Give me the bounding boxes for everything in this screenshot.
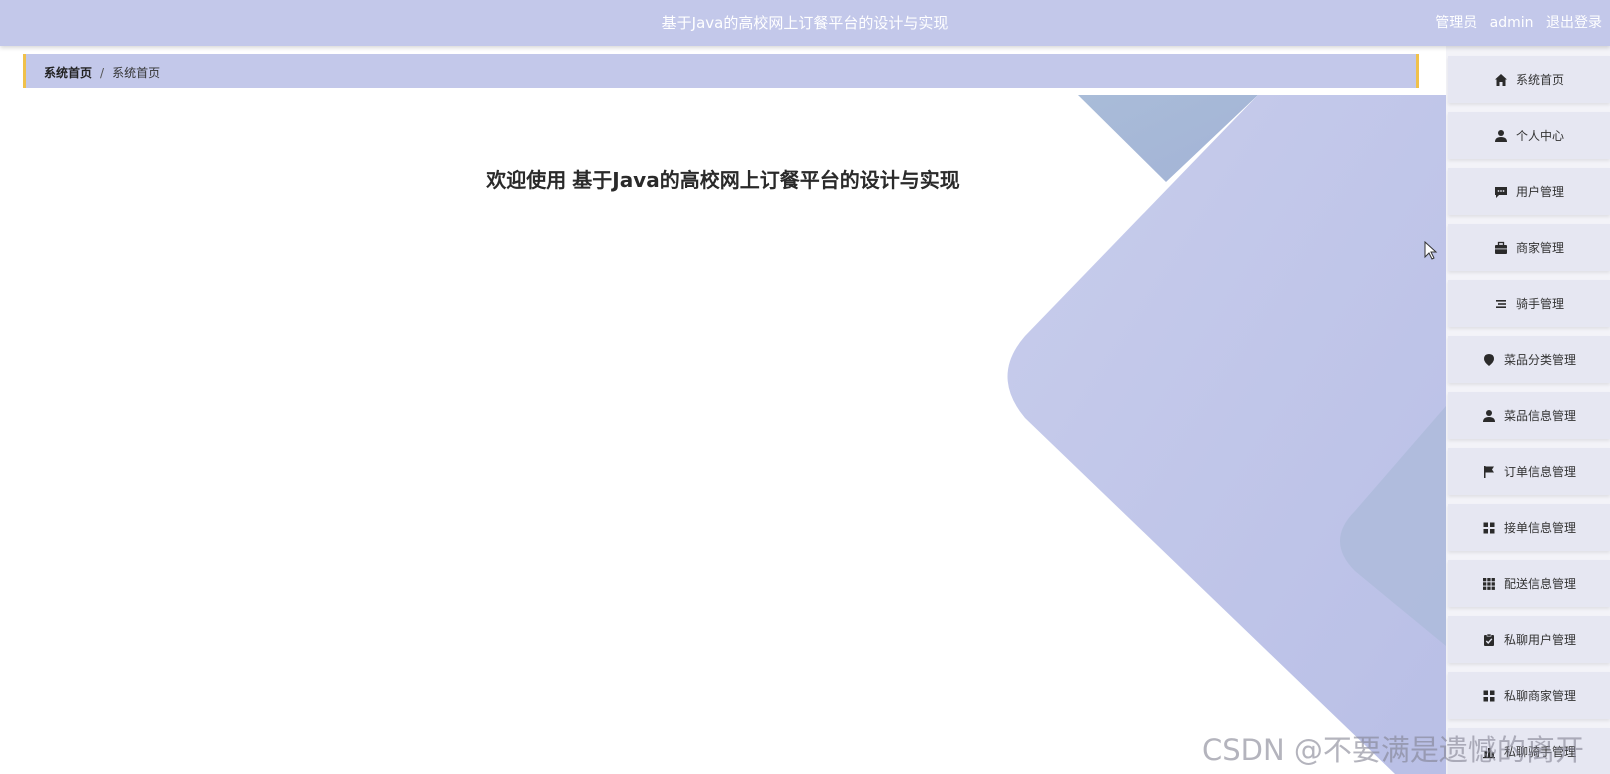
grid-nine-icon [1482, 577, 1495, 590]
main-content: 欢迎使用 基于Java的高校网上订餐平台的设计与实现 [0, 46, 1446, 774]
clipboard-check-icon [1483, 633, 1494, 646]
top-header: 基于Java的高校网上订餐平台的设计与实现 管理员 admin 退出登录 [0, 0, 1610, 46]
background-decoration [1007, 95, 1446, 774]
sidebar-item-private-chat-user-management[interactable]: 私聊用户管理 [1448, 616, 1610, 663]
sidebar-item-accept-order-management[interactable]: 接单信息管理 [1448, 504, 1610, 551]
welcome-prefix: 欢迎使用 [486, 168, 567, 192]
logout-link[interactable]: 退出登录 [1546, 15, 1602, 31]
csdn-watermark: CSDN @不要满是遗憾的离开 [1202, 733, 1584, 767]
sidebar-item-label: 个人中心 [1515, 129, 1564, 143]
sidebar-item-label: 菜品分类管理 [1503, 353, 1576, 367]
map-pin-icon [1483, 353, 1494, 366]
sidebar-menu: 系统首页 个人中心 用户管理 商家管理 骑手管理 菜品分类管理 菜品信息管理 订… [1446, 46, 1610, 774]
breadcrumb-current: 系统首页 [112, 66, 161, 80]
sidebar-item-order-info-management[interactable]: 订单信息管理 [1448, 448, 1610, 495]
grid-icon [1483, 690, 1495, 701]
sidebar-item-label: 用户管理 [1515, 185, 1564, 199]
username: admin [1489, 15, 1534, 31]
sidebar-item-label: 商家管理 [1515, 241, 1564, 255]
user-icon [1482, 409, 1495, 422]
sidebar-item-rider-management[interactable]: 骑手管理 [1448, 280, 1610, 327]
sidebar-item-delivery-info-management[interactable]: 配送信息管理 [1448, 560, 1610, 607]
welcome-title: 基于Java的高校网上订餐平台的设计与实现 [572, 168, 960, 192]
user-icon [1494, 129, 1507, 142]
mouse-cursor-icon [1424, 241, 1438, 260]
sidebar-item-dish-category-management[interactable]: 菜品分类管理 [1448, 336, 1610, 383]
welcome-heading: 欢迎使用 基于Java的高校网上订餐平台的设计与实现 [0, 164, 1446, 193]
sidebar-item-label: 订单信息管理 [1503, 465, 1576, 479]
user-role: 管理员 [1435, 15, 1478, 31]
breadcrumb-home-link[interactable]: 系统首页 [44, 66, 92, 80]
sidebar-item-label: 接单信息管理 [1503, 521, 1576, 535]
user-area: 管理员 admin 退出登录 [1427, 12, 1602, 32]
sidebar-item-label: 配送信息管理 [1503, 577, 1576, 591]
sidebar-item-label: 系统首页 [1515, 73, 1564, 87]
breadcrumb-separator: / [100, 66, 105, 80]
app-title: 基于Java的高校网上订餐平台的设计与实现 [661, 14, 949, 32]
sidebar-item-user-management[interactable]: 用户管理 [1448, 168, 1610, 215]
sidebar-item-label: 骑手管理 [1515, 297, 1564, 311]
chat-icon [1494, 186, 1507, 198]
breadcrumb: 系统首页 / 系统首页 [23, 54, 1419, 88]
home-icon [1494, 73, 1507, 86]
list-icon [1495, 299, 1506, 308]
grid-icon [1483, 522, 1495, 533]
sidebar-item-label: 私聊商家管理 [1503, 689, 1576, 703]
sidebar-item-dish-info-management[interactable]: 菜品信息管理 [1448, 392, 1610, 439]
briefcase-icon [1494, 241, 1507, 254]
sidebar-item-personal-center[interactable]: 个人中心 [1448, 112, 1610, 159]
sidebar-item-home[interactable]: 系统首页 [1448, 56, 1610, 103]
sidebar-item-private-chat-merchant-management[interactable]: 私聊商家管理 [1448, 672, 1610, 719]
sidebar-item-label: 菜品信息管理 [1503, 409, 1576, 423]
sidebar-item-merchant-management[interactable]: 商家管理 [1448, 224, 1610, 271]
flag-icon [1483, 465, 1494, 478]
sidebar-item-label: 私聊用户管理 [1503, 633, 1576, 647]
